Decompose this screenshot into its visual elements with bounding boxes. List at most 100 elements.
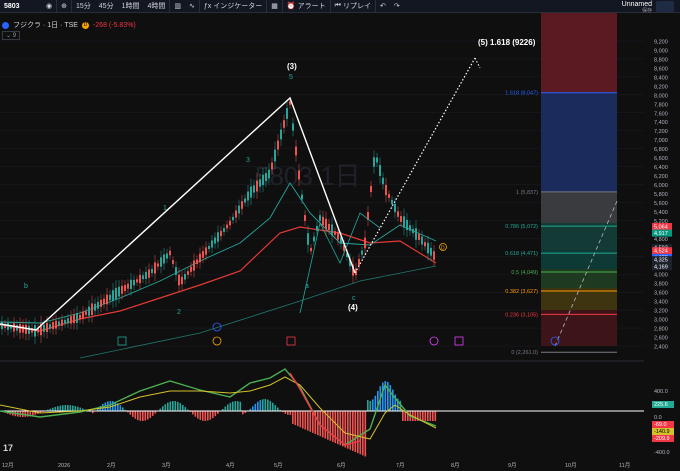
candle-body	[379, 165, 381, 176]
redo-icon[interactable]: ↷	[390, 0, 404, 13]
tradingview-logo-icon[interactable]: 17	[3, 443, 13, 453]
price-axis-tick: 3,200	[654, 309, 668, 315]
osc-histogram-bar	[387, 381, 389, 411]
price-axis-tick: 8,200	[654, 84, 668, 90]
event-marker[interactable]	[429, 336, 439, 346]
osc-histogram-bar	[434, 411, 437, 421]
osc-histogram-bar	[369, 400, 372, 411]
candle-body	[304, 215, 306, 221]
price-axis-tick: 3,600	[654, 291, 668, 297]
candle-body	[124, 285, 126, 291]
candle-body	[115, 287, 117, 300]
osc-histogram-bar	[402, 411, 404, 421]
candle-body	[1, 321, 3, 330]
candle-body	[424, 242, 426, 247]
candle-body	[79, 314, 81, 320]
osc-histogram-bar	[242, 411, 244, 415]
candle-body	[82, 311, 84, 319]
candle-body	[208, 245, 210, 250]
osc-histogram-bar	[229, 402, 232, 411]
osc-histogram-bar	[254, 403, 257, 411]
candle-body	[280, 129, 282, 140]
time-axis-tick: 5月	[274, 462, 283, 469]
earnings-marker[interactable]	[286, 336, 296, 346]
candle-body	[400, 216, 402, 222]
time-axis-tick: 9月	[508, 462, 517, 469]
candle-body	[256, 180, 258, 192]
wave-label-3-minor: 3	[246, 157, 250, 164]
candle-body	[139, 274, 141, 284]
osc-axis-tick: -69.0	[654, 422, 667, 428]
osc-histogram-bar	[179, 403, 182, 411]
osc-histogram-bar	[422, 411, 424, 421]
fib-zone-top	[541, 13, 617, 93]
earnings-marker[interactable]	[117, 336, 127, 346]
candle-body	[409, 225, 411, 231]
price-tag: 4,524	[654, 249, 668, 255]
osc-histogram-bar	[302, 411, 304, 429]
candle-body	[121, 285, 123, 294]
candle-body	[67, 318, 69, 324]
osc-histogram-bar	[132, 411, 134, 417]
price-axis-tick: 3,000	[654, 318, 668, 324]
projection-tail	[474, 57, 481, 69]
symbol-search[interactable]: 5803	[0, 0, 42, 13]
split-marker[interactable]	[212, 336, 222, 346]
replay-button[interactable]: ⏮ リプレイ	[329, 0, 375, 13]
indicators-button[interactable]: ƒx インジケーター	[198, 0, 266, 13]
osc-histogram-bar	[77, 406, 79, 411]
price-axis[interactable]: 9,200 9,000 8,800 8,600 8,400 8,200 8,000 7,800…	[644, 13, 680, 458]
interval-4h[interactable]: 4時間	[143, 0, 169, 13]
undo-icon[interactable]: ↶	[374, 0, 390, 13]
osc-histogram-bar	[162, 406, 164, 411]
candle-body	[364, 237, 366, 249]
osc-histogram-bar	[129, 411, 132, 415]
osc-histogram-bar	[74, 406, 77, 411]
candle-body	[112, 290, 114, 301]
candle-body	[25, 324, 27, 334]
candle-body	[286, 108, 288, 119]
add-symbol-icon[interactable]: ⊕	[56, 0, 71, 13]
price-axis-tick: 7,600	[654, 111, 668, 117]
price-axis-tick: 2,400	[654, 345, 668, 351]
osc-histogram-bar	[209, 411, 212, 420]
price-chart[interactable]: 1.618 (8,047) 1 (5,837) 0.786 (5,072) 0.618…	[0, 13, 644, 458]
candle-body	[295, 146, 297, 156]
osc-histogram-bar	[64, 405, 67, 411]
candle-body	[214, 237, 216, 244]
osc-histogram-bar	[69, 405, 72, 411]
wave-5-target-label: (5) 1.618 (9226)	[478, 38, 536, 47]
alarm-clock-icon: ⏰	[286, 3, 296, 10]
interval-1h[interactable]: 1時間	[118, 0, 144, 13]
candle-body	[262, 174, 264, 186]
chart-type-icon[interactable]: ▥	[169, 0, 185, 13]
candle-body	[406, 219, 408, 231]
price-axis-tick: 6,200	[654, 174, 668, 180]
avatar[interactable]	[656, 1, 674, 12]
time-axis-tick: 8月	[451, 462, 460, 469]
candle-body	[187, 271, 189, 275]
osc-histogram-bar	[257, 401, 259, 411]
osc-histogram-bar	[342, 411, 344, 447]
candle-body	[202, 251, 204, 258]
interval-15m[interactable]: 15分	[70, 0, 95, 13]
candle-body	[391, 199, 393, 205]
candle-body	[100, 299, 102, 307]
wave-label-b: b	[24, 283, 28, 290]
compare-icon[interactable]: ∿	[185, 0, 199, 13]
time-axis[interactable]: 12月 2026 2月 3月 4月 5月 6月 7月 8月 9月 10月 11月	[0, 458, 644, 471]
eye-icon[interactable]: ◉	[42, 0, 56, 13]
layouts-icon[interactable]: ▦	[266, 0, 282, 13]
ma-mid-teal	[0, 182, 437, 324]
price-axis-tick: 6,400	[654, 165, 668, 171]
earnings-marker[interactable]	[454, 336, 464, 346]
price-axis-tick: 7,200	[654, 129, 668, 135]
candle-body	[19, 323, 21, 333]
osc-histogram-bar	[204, 411, 207, 421]
interval-45m[interactable]: 45分	[95, 0, 118, 13]
candle-body	[433, 251, 435, 260]
osc-histogram-bar	[329, 411, 332, 441]
osc-histogram-bar	[267, 399, 269, 411]
alert-button[interactable]: ⏰ アラート	[281, 0, 330, 13]
price-axis-tick: 8,400	[654, 75, 668, 81]
